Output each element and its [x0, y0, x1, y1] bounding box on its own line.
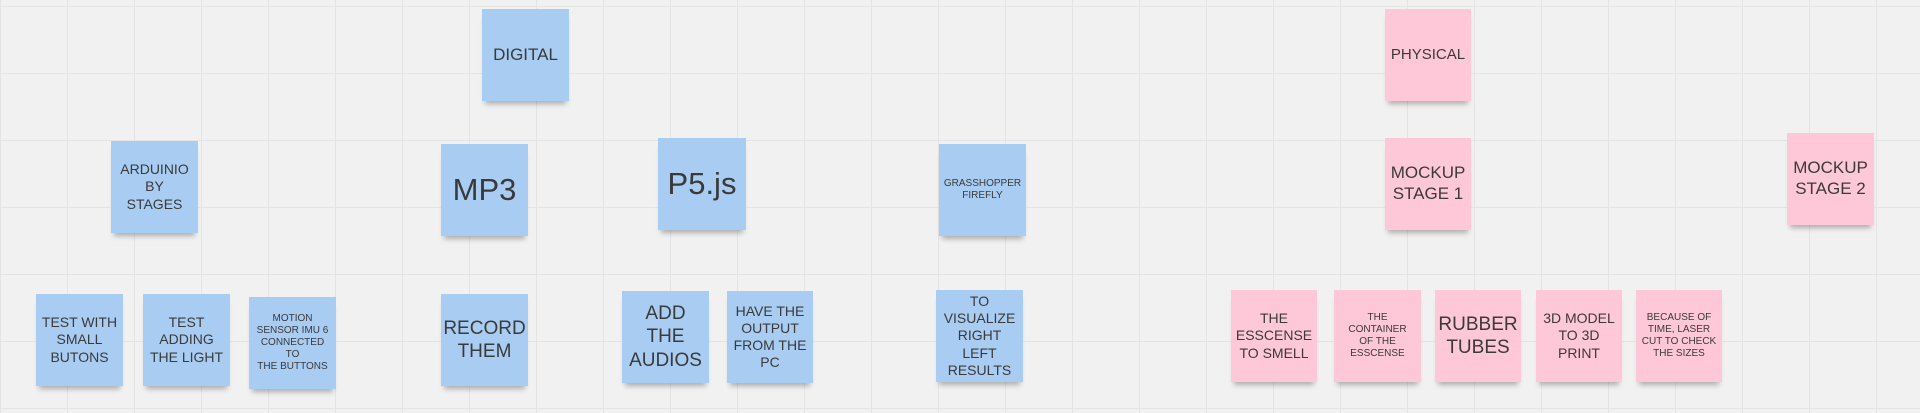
sticky-note-text: P5.js — [667, 166, 737, 202]
sticky-note-text: TEST WITH SMALL BUTONS — [41, 314, 118, 365]
sticky-note-visualize-results[interactable]: TO VISUALIZE RIGHT LEFT RESULTS — [936, 290, 1023, 382]
sticky-note-text: RUBBER TUBES — [1438, 313, 1518, 358]
sticky-note-motion-sensor[interactable]: MOTION SENSOR IMU 6 CONNECTED TO THE BUT… — [249, 297, 336, 389]
sticky-note-test-adding-light[interactable]: TEST ADDING THE LIGHT — [143, 294, 230, 386]
sticky-note-text: THE CONTAINER OF THE ESSCENSE — [1348, 311, 1407, 360]
sticky-note-grasshopper-firefly[interactable]: GRASSHOPPER FIREFLY — [939, 144, 1026, 236]
sticky-note-text: MOCKUP STAGE 2 — [1793, 158, 1868, 198]
sticky-note-text: ARDUINIO BY STAGES — [120, 161, 189, 212]
sticky-note-text: ADD THE AUDIOS — [629, 303, 702, 371]
sticky-note-text: BECAUSE OF TIME, LASER CUT TO CHECK THE … — [1641, 311, 1717, 360]
sticky-note-physical[interactable]: PHYSICAL — [1385, 9, 1471, 101]
sticky-note-digital[interactable]: DIGITAL — [482, 9, 569, 101]
sticky-note-rubber-tubes[interactable]: RUBBER TUBES — [1435, 290, 1521, 382]
sticky-note-3d-model-print[interactable]: 3D MODEL TO 3D PRINT — [1536, 290, 1622, 382]
sticky-note-essence-to-smell[interactable]: THE ESSCENSE TO SMELL — [1231, 290, 1317, 382]
sticky-note-laser-cut-sizes[interactable]: BECAUSE OF TIME, LASER CUT TO CHECK THE … — [1636, 290, 1722, 382]
sticky-note-add-the-audios[interactable]: ADD THE AUDIOS — [622, 291, 709, 383]
sticky-note-output-from-pc[interactable]: HAVE THE OUTPUT FROM THE PC — [727, 291, 813, 383]
sticky-note-arduino-by-stages[interactable]: ARDUINIO BY STAGES — [111, 141, 198, 233]
sticky-note-text: MOCKUP STAGE 1 — [1390, 163, 1466, 203]
sticky-note-mockup-stage-2[interactable]: MOCKUP STAGE 2 — [1787, 133, 1874, 225]
sticky-note-text: THE ESSCENSE TO SMELL — [1235, 310, 1313, 361]
sticky-note-text: GRASSHOPPER FIREFLY — [943, 177, 1022, 201]
sticky-note-text: MOTION SENSOR IMU 6 CONNECTED TO THE BUT… — [256, 312, 329, 373]
sticky-note-p5js[interactable]: P5.js — [658, 138, 746, 230]
sticky-note-container-essence[interactable]: THE CONTAINER OF THE ESSCENSE — [1334, 290, 1421, 382]
sticky-note-mockup-stage-1[interactable]: MOCKUP STAGE 1 — [1385, 138, 1471, 230]
sticky-note-text: TO VISUALIZE RIGHT LEFT RESULTS — [943, 293, 1016, 378]
sticky-note-text: RECORD THEM — [443, 317, 526, 362]
sticky-note-text: HAVE THE OUTPUT FROM THE PC — [733, 302, 807, 371]
sticky-note-text: MP3 — [452, 172, 517, 208]
sticky-note-test-small-buttons[interactable]: TEST WITH SMALL BUTONS — [36, 294, 123, 386]
sticky-note-record-them[interactable]: RECORD THEM — [441, 294, 528, 386]
sticky-note-mp3[interactable]: MP3 — [441, 144, 528, 236]
sticky-note-text: PHYSICAL — [1390, 45, 1466, 63]
whiteboard-canvas[interactable]: DIGITAL PHYSICAL ARDUINIO BY STAGES MP3 … — [0, 0, 1920, 413]
sticky-note-text: TEST ADDING THE LIGHT — [149, 314, 224, 365]
sticky-note-text: DIGITAL — [493, 44, 558, 64]
sticky-note-text: 3D MODEL TO 3D PRINT — [1543, 310, 1615, 361]
